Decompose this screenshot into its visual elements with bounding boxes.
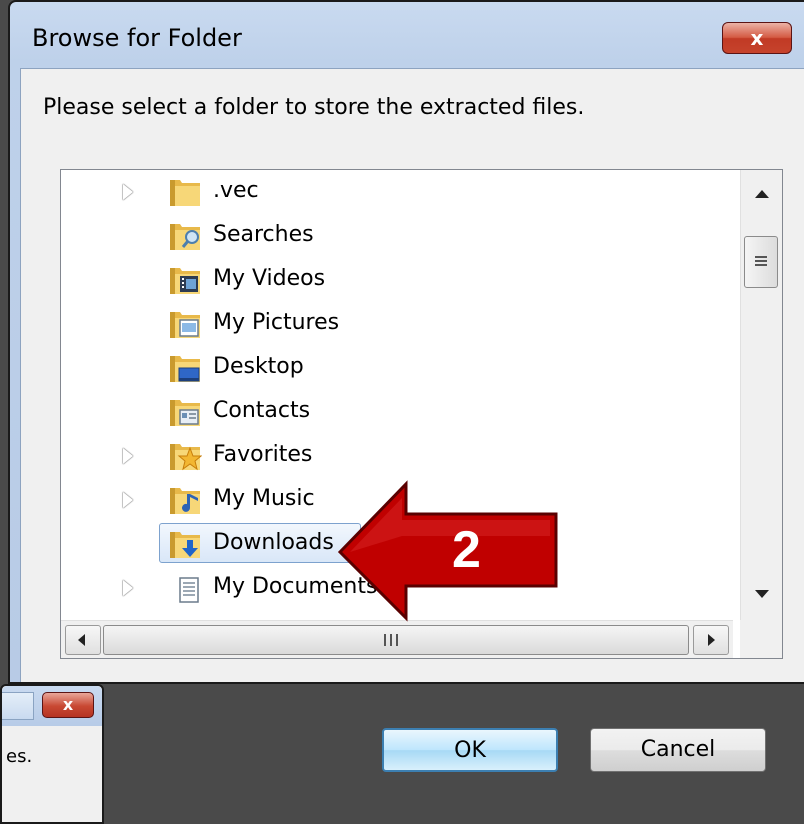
vertical-scroll-thumb[interactable]	[744, 236, 778, 288]
horizontal-scroll-thumb[interactable]	[103, 625, 689, 655]
expand-arrow-icon[interactable]	[123, 184, 133, 200]
desktop-folder-icon	[170, 356, 200, 382]
expand-arrow-icon[interactable]	[123, 448, 133, 464]
contacts-folder-icon	[170, 400, 200, 426]
scroll-left-button[interactable]	[65, 625, 101, 655]
tree-item-my-pictures[interactable]: My Pictures	[61, 302, 733, 346]
tree-item-vec[interactable]: .vec	[61, 170, 733, 214]
tree-item-label: Contacts	[213, 398, 311, 423]
step-number-label: 2	[452, 521, 481, 579]
ok-button[interactable]: OK	[382, 728, 558, 772]
tree-item-my-videos[interactable]: My Videos	[61, 258, 733, 302]
tree-item-label: My Pictures	[213, 310, 340, 335]
pictures-folder-icon	[170, 312, 200, 338]
grip-icon	[755, 256, 767, 266]
tree-item-favorites[interactable]: Favorites	[61, 434, 733, 478]
scroll-right-button[interactable]	[693, 625, 729, 655]
music-folder-icon	[170, 488, 200, 514]
documents-folder-icon	[179, 577, 199, 603]
vertical-scrollbar[interactable]	[740, 170, 782, 620]
scrollbar-corner	[740, 620, 782, 658]
tree-item-searches[interactable]: Searches	[61, 214, 733, 258]
close-icon[interactable]: x	[42, 692, 94, 718]
horizontal-scrollbar[interactable]	[61, 620, 733, 658]
tree-item-contacts[interactable]: Contacts	[61, 390, 733, 434]
close-icon: x	[750, 26, 764, 50]
tree-item-label: Favorites	[213, 442, 313, 467]
downloads-folder-icon	[170, 532, 200, 558]
favorites-folder-icon	[170, 444, 202, 471]
scroll-up-icon[interactable]	[755, 190, 769, 198]
tree-item-label: My Videos	[213, 266, 326, 291]
scroll-down-icon[interactable]	[755, 590, 769, 598]
cancel-button[interactable]: Cancel	[590, 728, 766, 772]
tree-item-label: Desktop	[213, 354, 304, 379]
tree-item-label: My Music	[213, 486, 315, 511]
tree-item-label: Searches	[213, 222, 314, 247]
dialog-prompt: Please select a folder to store the extr…	[43, 95, 585, 120]
background-dialog-titlebar: x	[2, 686, 102, 726]
background-dialog: x es.	[0, 684, 104, 824]
expand-arrow-icon[interactable]	[123, 492, 133, 508]
tree-item-label: .vec	[213, 178, 259, 203]
tree-item-desktop[interactable]: Desktop	[61, 346, 733, 390]
videos-folder-icon	[170, 268, 200, 294]
grip-icon	[384, 634, 398, 646]
background-dialog-text: es.	[6, 746, 33, 767]
background-dialog-tab	[2, 692, 34, 720]
tree-item-label: Downloads	[213, 530, 334, 555]
close-button[interactable]: x	[722, 22, 792, 54]
annotation-arrow-icon	[337, 480, 558, 622]
searches-folder-icon	[170, 224, 200, 250]
expand-arrow-icon[interactable]	[123, 580, 133, 596]
folder-icon	[170, 180, 200, 206]
dialog-title: Browse for Folder	[32, 24, 242, 52]
